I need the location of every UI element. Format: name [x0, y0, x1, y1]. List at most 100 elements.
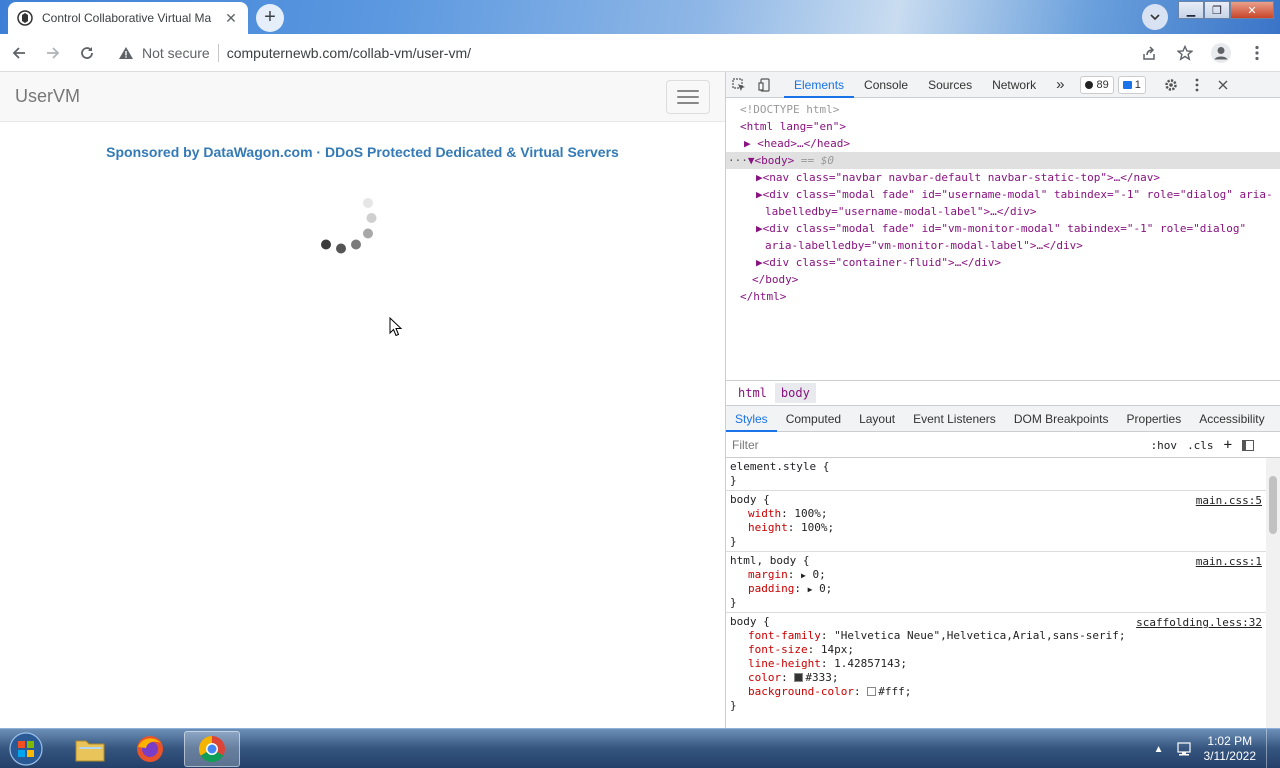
forward-button[interactable] [38, 38, 68, 68]
rule-body-scaffolding[interactable]: body { scaffolding.less:32 font-family: … [726, 613, 1280, 715]
css-declaration[interactable]: width: 100%; [730, 507, 1280, 521]
tab-network[interactable]: Network [982, 72, 1046, 98]
css-declaration[interactable]: line-height: 1.42857143; [730, 657, 1280, 671]
breadcrumb-body[interactable]: body [774, 383, 816, 403]
taskbar-chrome[interactable] [184, 731, 240, 767]
scrollbar-thumb[interactable] [1269, 476, 1277, 534]
css-declaration[interactable]: color: #333; [730, 671, 1280, 685]
maximize-button[interactable]: ❐ [1204, 1, 1230, 19]
dom-node-nav[interactable]: ▶<nav class="navbar navbar-default navba… [726, 169, 1280, 186]
taskbar-explorer[interactable] [62, 731, 118, 767]
rule-element-style[interactable]: element.style { } [726, 458, 1280, 491]
dom-node-username-modal[interactable]: ▶<div class="modal fade" id="username-mo… [726, 186, 1280, 203]
sponsor-link[interactable]: Sponsored by DataWagon.com · DDoS Protec… [0, 144, 725, 160]
tab-accessibility[interactable]: Accessibility [1190, 406, 1273, 432]
css-property[interactable]: width [748, 507, 781, 520]
dom-node-head[interactable]: ▶ <head>…</head> [726, 135, 1280, 152]
css-value[interactable]: #fff; [878, 685, 911, 698]
styles-filter-input[interactable]: Filter [732, 438, 759, 452]
network-icon[interactable] [1176, 741, 1194, 757]
tab-styles[interactable]: Styles [726, 406, 777, 432]
messages-badge[interactable]: 1 [1117, 75, 1146, 94]
chrome-menu-button[interactable] [1242, 38, 1272, 68]
dom-node-vm-monitor-modal-cont[interactable]: aria-labelledby="vm-monitor-modal-label"… [726, 237, 1280, 254]
address-bar[interactable]: Not secure computernewb.com/collab-vm/us… [110, 38, 1132, 68]
breadcrumb-html[interactable]: html [732, 383, 773, 403]
reload-button[interactable] [72, 38, 102, 68]
url-text[interactable]: computernewb.com/collab-vm/user-vm/ [227, 45, 471, 61]
expand-triangle-icon[interactable]: ▶ [756, 171, 763, 184]
css-value[interactable]: 100%; [794, 507, 827, 520]
taskbar-firefox[interactable] [122, 731, 178, 767]
site-brand[interactable]: UserVM [15, 86, 80, 107]
css-declaration[interactable]: font-size: 14px; [730, 643, 1280, 657]
devtools-settings-button[interactable] [1158, 72, 1184, 98]
rule-source-link[interactable]: main.css:1 [1196, 555, 1262, 568]
css-value[interactable]: 1.42857143; [834, 657, 907, 670]
css-value[interactable]: 0; [819, 582, 832, 595]
dom-node-html-close[interactable]: </html> [726, 288, 1280, 305]
css-value[interactable]: 14px; [821, 643, 854, 656]
warning-icon[interactable] [118, 45, 134, 61]
toggle-sidebar-icon[interactable] [1242, 439, 1254, 451]
device-toolbar-button[interactable] [752, 72, 778, 98]
css-property[interactable]: padding [748, 582, 794, 595]
more-tabs-button[interactable]: » [1046, 72, 1074, 98]
css-property[interactable]: height [748, 521, 788, 534]
issues-badge[interactable]: 89 [1080, 75, 1114, 94]
inspect-element-button[interactable] [726, 72, 752, 98]
share-button[interactable] [1134, 38, 1164, 68]
css-property[interactable]: background-color [748, 685, 854, 698]
show-desktop-button[interactable] [1266, 729, 1280, 768]
css-value[interactable]: 100%; [801, 521, 834, 534]
dom-node-doctype[interactable]: <!DOCTYPE html> [726, 101, 1280, 118]
expand-triangle-icon[interactable]: ▶ [756, 256, 763, 269]
css-property[interactable]: font-size [748, 643, 808, 656]
not-secure-label[interactable]: Not secure [142, 45, 210, 61]
window-close-button[interactable]: ✕ [1230, 1, 1274, 19]
color-swatch-icon[interactable] [867, 687, 877, 696]
css-property[interactable]: margin [748, 568, 788, 581]
new-rule-icon[interactable]: + [1224, 437, 1232, 453]
dom-node-username-modal-cont[interactable]: labelledby="username-modal-label">…</div… [726, 203, 1280, 220]
css-property[interactable]: line-height [748, 657, 821, 670]
collapse-triangle-icon[interactable]: ▼ [748, 154, 755, 167]
dom-node-container-fluid[interactable]: ▶<div class="container-fluid">…</div> [726, 254, 1280, 271]
start-button[interactable] [4, 730, 48, 768]
dom-node-html[interactable]: <html lang="en"> [726, 118, 1280, 135]
hov-toggle[interactable]: :hov [1151, 439, 1178, 452]
bookmark-button[interactable] [1170, 38, 1200, 68]
css-declaration[interactable]: height: 100%; [730, 521, 1280, 535]
css-declaration[interactable]: margin: ▶ 0; [730, 568, 1280, 582]
css-declaration[interactable]: padding: ▶ 0; [730, 582, 1280, 596]
dom-node-vm-monitor-modal[interactable]: ▶<div class="modal fade" id="vm-monitor-… [726, 220, 1280, 237]
tab-elements[interactable]: Elements [784, 72, 855, 98]
tab-dom-breakpoints[interactable]: DOM Breakpoints [1005, 406, 1118, 432]
css-value[interactable]: 0; [812, 568, 825, 581]
tab-search-button[interactable] [1142, 4, 1168, 30]
styles-scrollbar[interactable] [1266, 458, 1280, 728]
expand-shorthand-icon[interactable]: ▶ [801, 571, 806, 580]
tab-close-icon[interactable]: ✕ [222, 9, 240, 27]
css-property[interactable]: font-family [748, 629, 821, 642]
devtools-menu-button[interactable] [1184, 72, 1210, 98]
show-hidden-icons-icon[interactable]: ▲ [1154, 744, 1164, 755]
profile-button[interactable] [1206, 38, 1236, 68]
expand-shorthand-icon[interactable]: ▶ [808, 585, 813, 594]
dom-node-body[interactable]: ···▼<body> == $0 [726, 152, 1280, 169]
dom-node-body-close[interactable]: </body> [726, 271, 1280, 288]
minimize-button[interactable]: ▁ [1178, 1, 1204, 19]
expand-triangle-icon[interactable]: ▶ [756, 222, 763, 235]
css-value[interactable]: "Helvetica Neue",Helvetica,Arial,sans-se… [834, 629, 1125, 642]
ellipsis-icon[interactable]: ··· [728, 154, 748, 167]
tab-properties[interactable]: Properties [1118, 406, 1191, 432]
devtools-close-button[interactable] [1210, 72, 1236, 98]
tab-computed[interactable]: Computed [777, 406, 850, 432]
expand-triangle-icon[interactable]: ▶ [756, 188, 763, 201]
expand-triangle-icon[interactable]: ▶ [744, 137, 751, 150]
rule-body-main[interactable]: body { main.css:5 width: 100%; height: 1… [726, 491, 1280, 552]
tab-sources[interactable]: Sources [918, 72, 982, 98]
cls-toggle[interactable]: .cls [1187, 439, 1214, 452]
css-property[interactable]: color [748, 671, 781, 684]
clock[interactable]: 1:02 PM 3/11/2022 [1204, 734, 1257, 764]
